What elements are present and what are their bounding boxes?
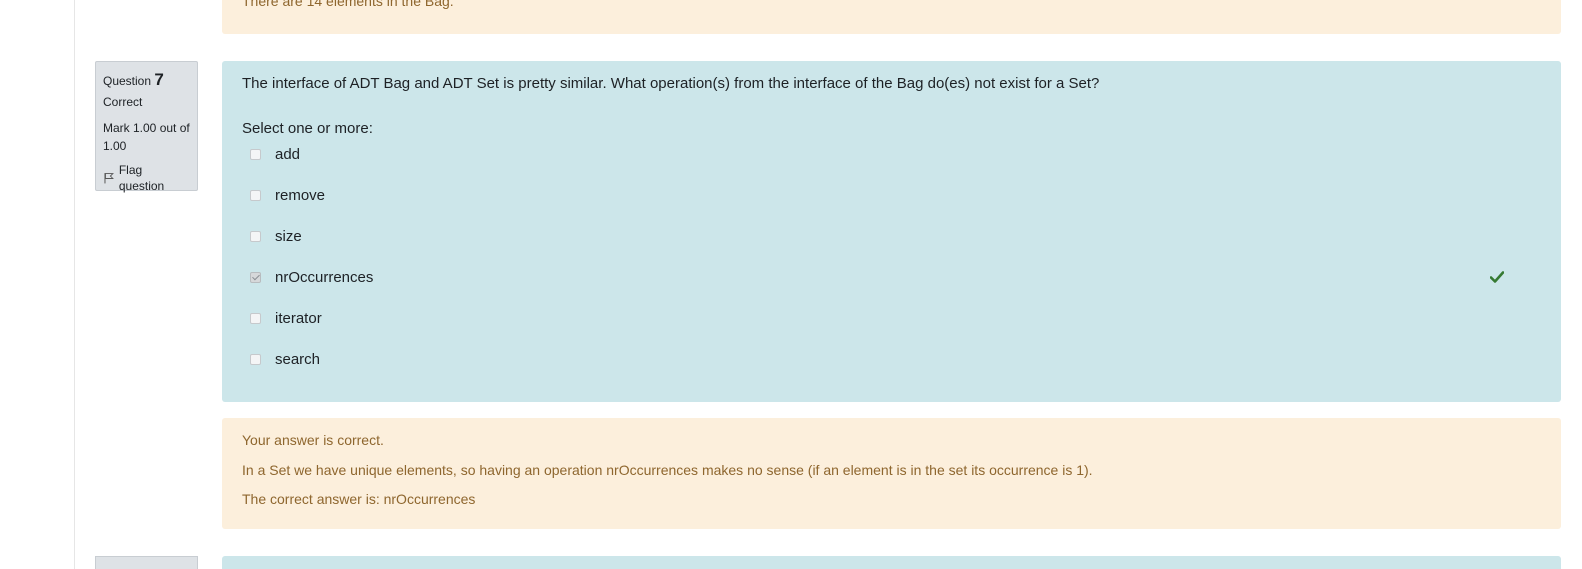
question-outcome: Your answer is correct. In a Set we have… [222, 418, 1561, 529]
question-label: Question [103, 74, 152, 88]
previous-question-feedback: There are 14 elements in the Bag. [222, 0, 1561, 34]
answer-option[interactable]: nrOccurrences [250, 266, 1530, 288]
question-formulation: The interface of ADT Bag and ADT Set is … [222, 61, 1561, 402]
question-grade: Mark 1.00 out of 1.00 [103, 121, 190, 153]
flag-question-label: Flag question [118, 163, 165, 193]
answer-option[interactable]: search [250, 348, 1530, 370]
answer-option[interactable]: iterator [250, 307, 1530, 329]
check-icon [1490, 271, 1504, 283]
question-number-line: Question 7 [103, 70, 190, 91]
general-feedback: In a Set we have unique elements, so hav… [242, 462, 1093, 478]
answer-label: iterator [275, 309, 322, 327]
specific-feedback: Your answer is correct. [242, 432, 384, 448]
question-info: Question 7 Correct Mark 1.00 out of 1.00… [95, 61, 198, 194]
question-number: 7 [154, 70, 164, 89]
question-state: Correct [103, 95, 143, 109]
right-answer: The correct answer is: nrOccurrences [242, 491, 476, 507]
previous-feedback-text: There are 14 elements in the Bag. [242, 0, 454, 9]
answer-checkbox[interactable] [250, 312, 261, 324]
flag-icon [104, 173, 114, 184]
answer-option[interactable]: remove [250, 184, 1530, 206]
answer-option[interactable]: add [250, 143, 1530, 165]
answer-prompt: Select one or more: [242, 120, 373, 137]
next-question-formulation [222, 556, 1561, 569]
answer-checkbox[interactable] [250, 230, 261, 242]
flag-question-button[interactable]: Flag question [103, 162, 190, 194]
answer-option[interactable]: size [250, 225, 1530, 247]
answer-label: remove [275, 186, 326, 204]
answer-label: search [275, 350, 321, 368]
question-text: The interface of ADT Bag and ADT Set is … [242, 75, 1100, 92]
answer-checkbox[interactable] [250, 189, 261, 201]
answer-checkbox-checked[interactable] [250, 271, 261, 283]
left-drawer-rail [0, 0, 75, 569]
answer-checkbox[interactable] [250, 148, 261, 160]
answer-label: size [275, 227, 302, 245]
answer-label: nrOccurrences [275, 268, 374, 286]
quiz-review-page: There are 14 elements in the Bag. Questi… [0, 0, 1582, 569]
next-question-info [95, 556, 198, 569]
answer-checkbox[interactable] [250, 353, 261, 365]
answer-label: add [275, 145, 301, 163]
